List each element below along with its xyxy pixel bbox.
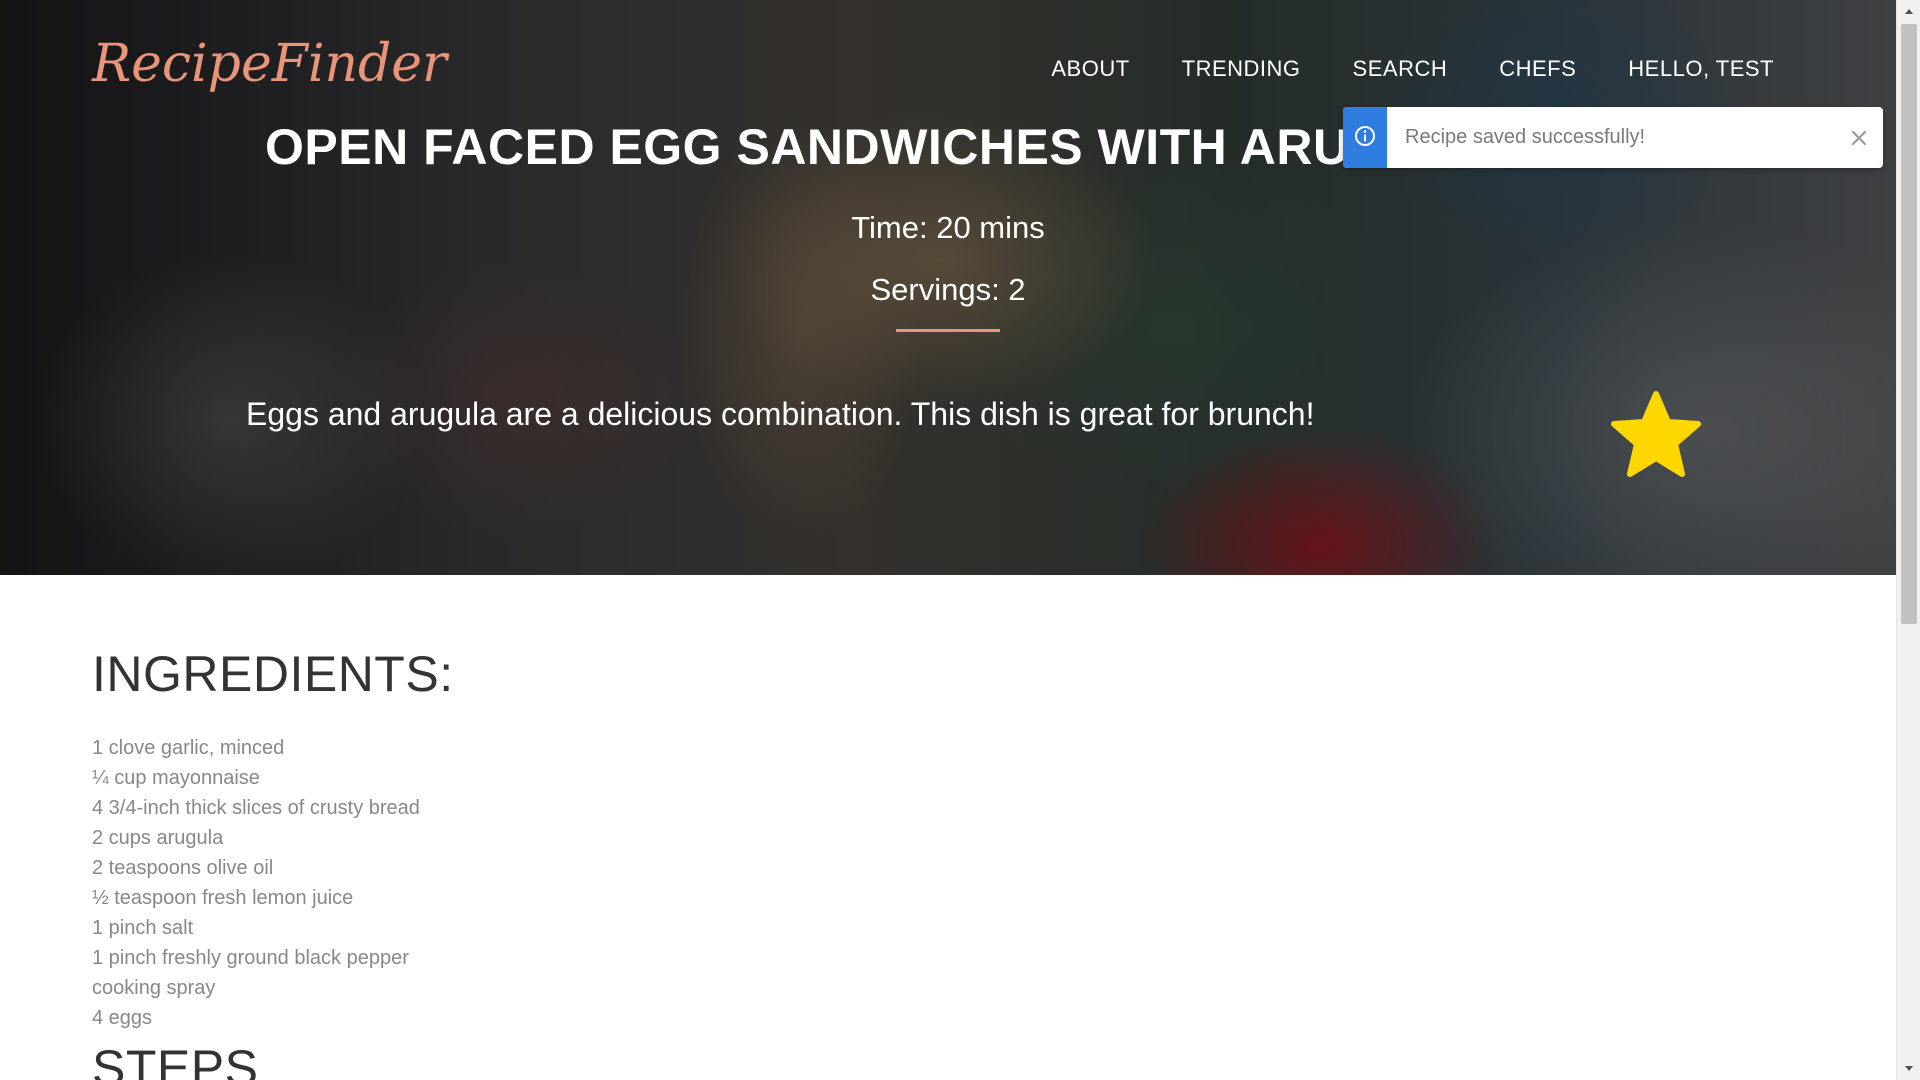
ingredient-item: 2 teaspoons olive oil — [92, 857, 274, 879]
ingredient-item: 4 eggs — [92, 1007, 153, 1029]
toast-close-icon[interactable] — [1835, 107, 1883, 168]
ingredient-item: 4 3/4-inch thick slices of crusty bread — [92, 797, 420, 819]
nav-search[interactable]: SEARCH — [1353, 56, 1448, 82]
steps-heading: STEPS — [92, 1040, 259, 1080]
save-success-toast: Recipe saved successfully! — [1343, 107, 1883, 168]
toast-accent — [1343, 107, 1387, 168]
scroll-up-icon[interactable] — [1897, 0, 1920, 22]
scroll-thumb[interactable] — [1901, 24, 1917, 624]
scroll-down-icon[interactable] — [1897, 1058, 1920, 1080]
recipe-content: INGREDIENTS: 1 clove garlic, minced ¼ cu… — [92, 645, 1792, 1080]
ingredient-item: 1 pinch freshly ground black pepper — [92, 947, 409, 969]
ingredients-list: 1 clove garlic, minced ¼ cup mayonnaise … — [92, 733, 1792, 1033]
recipe-title: OPEN FACED EGG SANDWICHES WITH ARUGULA — [265, 119, 1494, 175]
ingredient-item: 1 clove garlic, minced — [92, 737, 285, 759]
ingredient-item: ¼ cup mayonnaise — [92, 767, 260, 789]
nav-chefs[interactable]: CHEFS — [1499, 56, 1576, 82]
main-nav: ABOUT TRENDING SEARCH CHEFS HELLO, TEST — [999, 56, 1774, 82]
ingredients-heading: INGREDIENTS: — [92, 646, 454, 702]
title-divider — [896, 329, 1000, 332]
nav-trending[interactable]: TRENDING — [1182, 56, 1301, 82]
nav-user-greeting[interactable]: HELLO, TEST — [1628, 56, 1774, 82]
ingredient-item: 2 cups arugula — [92, 827, 224, 849]
recipe-page: RecipeFinder ABOUT TRENDING SEARCH CHEFS… — [0, 0, 1920, 1080]
recipe-servings: Servings: 2 — [870, 272, 1026, 307]
ingredient-item: ½ teaspoon fresh lemon juice — [92, 887, 354, 909]
recipe-time: Time: 20 mins — [851, 210, 1045, 245]
recipe-description: Eggs and arugula are a delicious combina… — [246, 396, 1315, 432]
favorite-star-icon[interactable] — [1610, 390, 1702, 478]
ingredient-item: 1 pinch salt — [92, 917, 194, 939]
recipe-hero: RecipeFinder ABOUT TRENDING SEARCH CHEFS… — [0, 0, 1896, 575]
brand-logo[interactable]: RecipeFinder — [92, 34, 447, 94]
ingredient-item: cooking spray — [92, 977, 216, 999]
page-scrollbar[interactable] — [1896, 0, 1920, 1080]
nav-about[interactable]: ABOUT — [1051, 56, 1129, 82]
toast-message: Recipe saved successfully! — [1405, 126, 1646, 148]
info-icon — [1354, 125, 1376, 151]
